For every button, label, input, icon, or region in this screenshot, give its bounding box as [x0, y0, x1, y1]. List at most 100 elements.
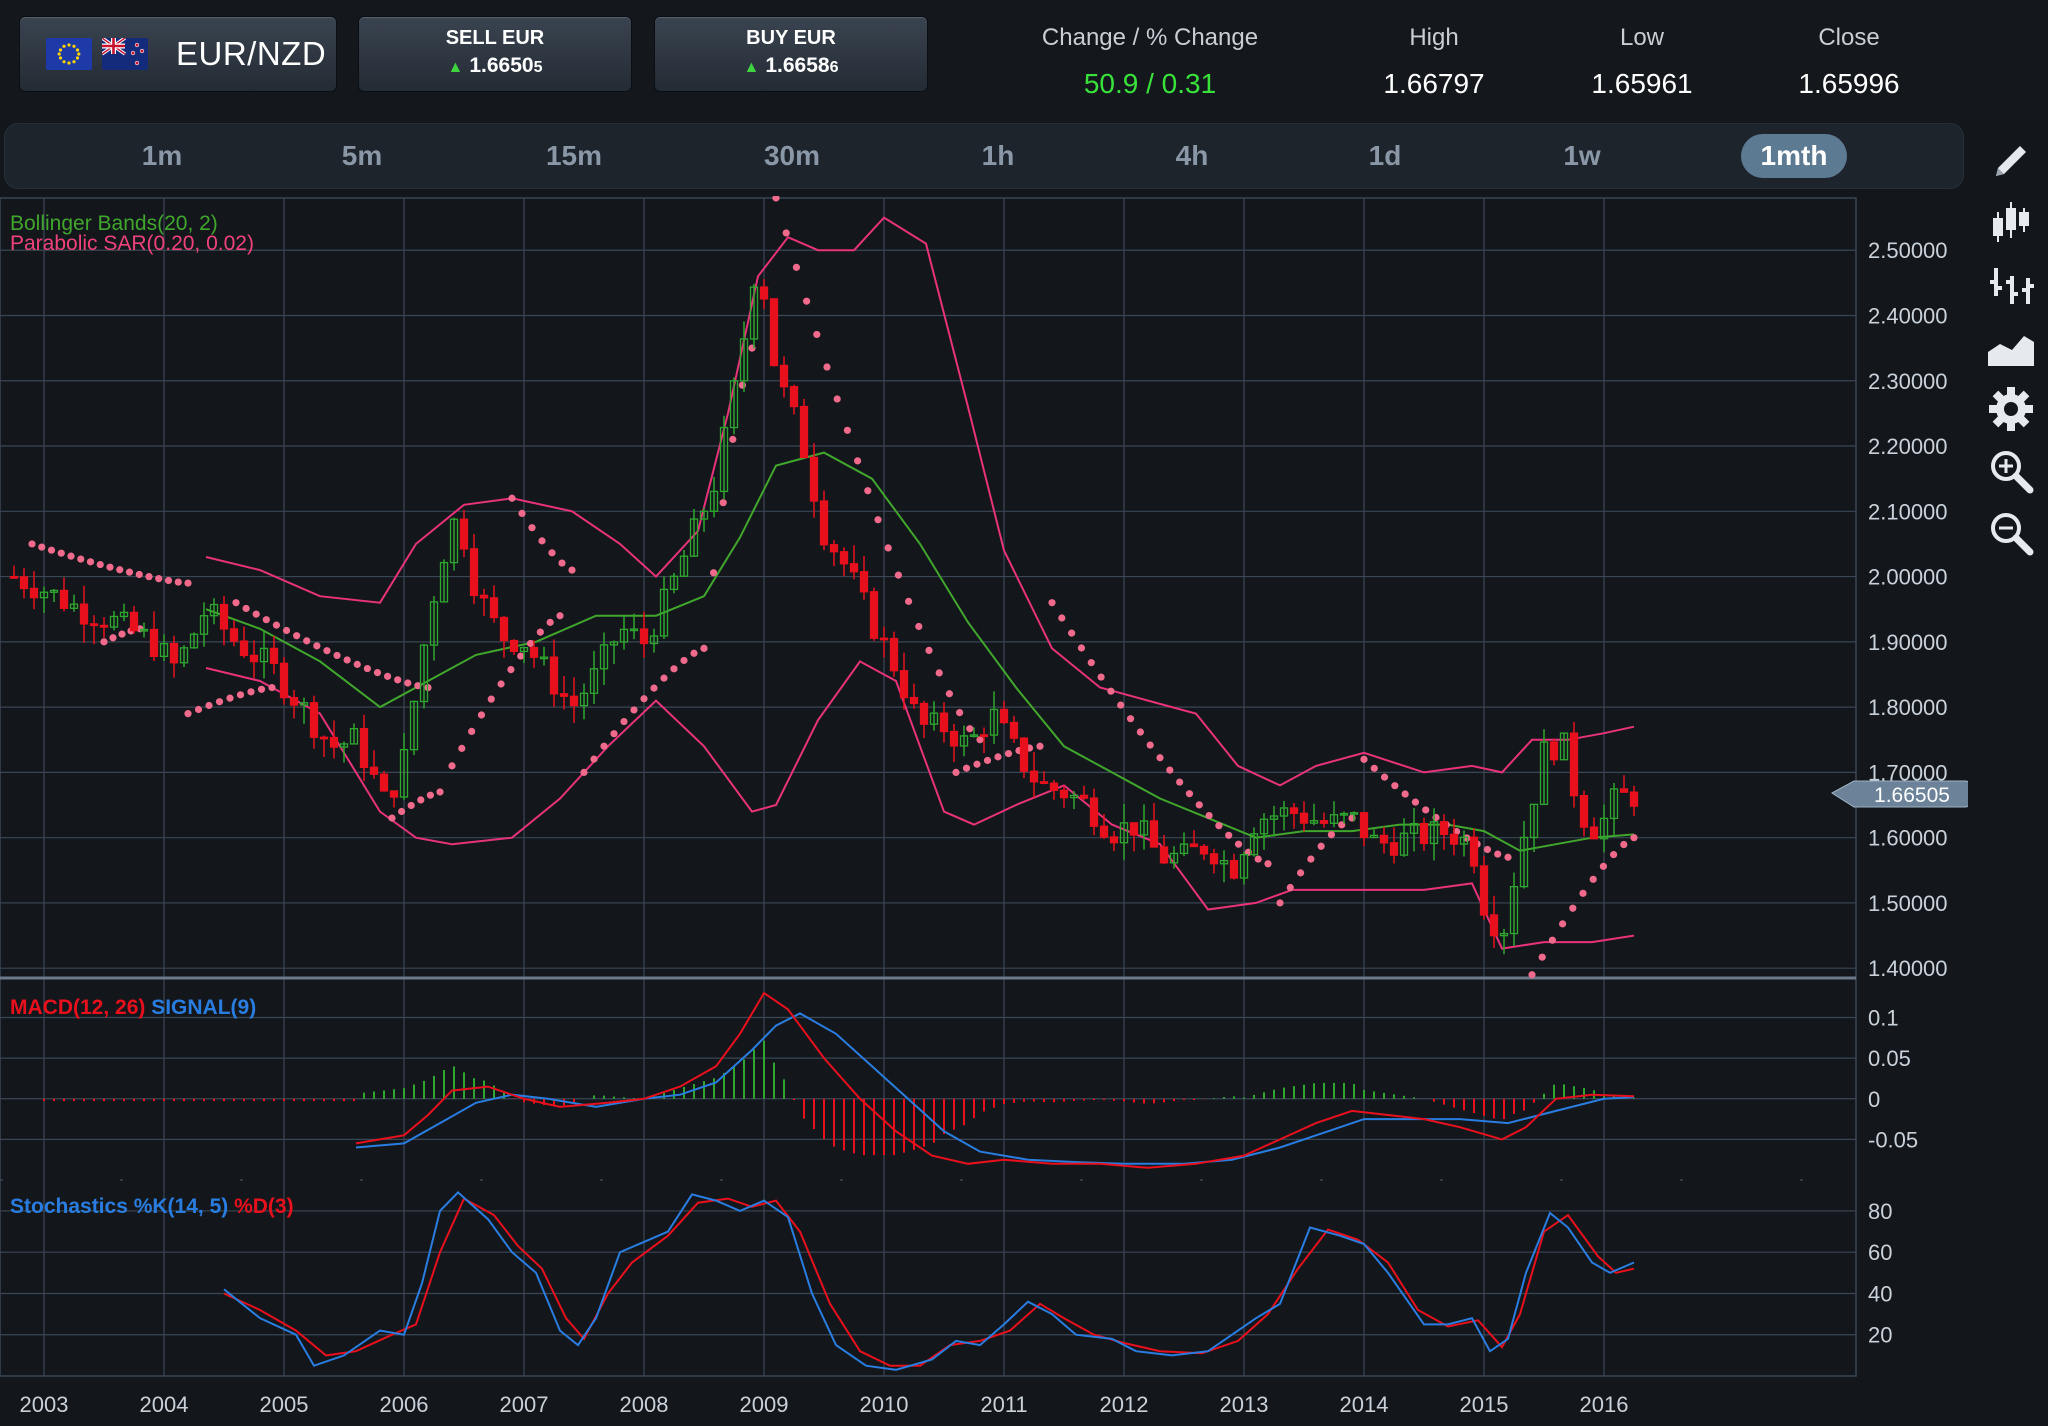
candle-body	[979, 734, 989, 738]
sar-dot	[792, 263, 801, 271]
area-chart-icon[interactable]	[1986, 322, 2036, 372]
high-stat: High 1.66797	[1374, 24, 1494, 100]
timeframe-1w[interactable]: 1w	[1527, 134, 1637, 178]
candle-body	[889, 637, 899, 672]
y-tick-label: 1.40000	[1868, 956, 1948, 981]
d-series-label[interactable]: %D(3)	[234, 1195, 294, 1218]
sar-dot	[1307, 855, 1315, 863]
sar-dot	[568, 566, 576, 574]
sar-dot	[935, 669, 943, 677]
candle-body	[839, 551, 849, 565]
sell-button[interactable]: SELL EUR ▲ 1.66505	[358, 16, 632, 92]
sar-dot	[477, 711, 486, 719]
buy-button[interactable]: BUY EUR ▲ 1.66586	[654, 16, 928, 92]
sar-dot	[1058, 614, 1066, 622]
change-value: 50.9 / 0.31	[1083, 68, 1217, 99]
sar-dot	[962, 764, 971, 772]
y-tick-label: 1.60000	[1868, 826, 1948, 851]
zoom-in-icon[interactable]	[1986, 446, 2036, 496]
candle-body	[829, 544, 839, 553]
sar-dot	[1494, 850, 1502, 858]
x-tick-label: 2003	[20, 1392, 69, 1417]
sar-dot	[1195, 801, 1203, 809]
sar-dot	[282, 626, 291, 635]
candle-body	[79, 603, 89, 625]
sar-dot	[242, 604, 250, 613]
sar-dot	[1401, 790, 1409, 798]
candle-body	[129, 611, 139, 632]
timeframe-4h[interactable]: 4h	[1137, 134, 1247, 178]
timeframe-1m[interactable]: 1m	[107, 134, 217, 178]
sar-dot	[538, 537, 546, 545]
sar-dot	[458, 744, 466, 752]
sar-dot	[215, 698, 224, 706]
sar-dot	[994, 753, 1002, 761]
sar-dot	[1107, 687, 1115, 695]
sar-dot	[1391, 782, 1399, 790]
signal-series-label[interactable]: SIGNAL(9)	[151, 996, 256, 1019]
sar-dot	[976, 736, 984, 744]
timeframe-1h[interactable]: 1h	[943, 134, 1053, 178]
sar-dot	[272, 621, 281, 629]
macd-series-label[interactable]: MACD(12, 26)	[10, 996, 145, 1019]
pencil-icon[interactable]	[1986, 136, 2036, 186]
gear-icon[interactable]	[1986, 384, 2036, 434]
sar-dot	[1254, 855, 1262, 863]
timeframe-1d[interactable]: 1d	[1330, 134, 1440, 178]
currency-pair-label: EUR/NZD	[176, 35, 327, 72]
sar-dot	[398, 807, 406, 816]
x-tick-label: 2015	[1460, 1392, 1509, 1417]
sar-dot	[600, 742, 608, 750]
sar-dot	[630, 706, 638, 714]
sar-dot	[915, 622, 923, 631]
sar-dot	[1286, 883, 1294, 892]
y-tick-label: 2.50000	[1868, 238, 1948, 263]
candle-body	[1479, 865, 1489, 916]
price-chart[interactable]: 2.50000 2.40000 2.30000 2.20000 2.10000 2.000…	[0, 196, 1968, 1426]
candle-body	[249, 654, 259, 663]
sar-dot	[426, 791, 434, 799]
low-stat: Low 1.65961	[1582, 24, 1702, 100]
x-tick-label: 2007	[500, 1392, 549, 1417]
sar-dot	[1630, 834, 1638, 842]
y-tick-label: 40	[1868, 1281, 1892, 1306]
candle-body	[169, 642, 179, 664]
sar-dot	[205, 701, 213, 710]
sar-dot	[125, 568, 134, 576]
x-tick-label: 2008	[620, 1392, 669, 1417]
sar-dot	[468, 727, 476, 735]
zoom-out-icon[interactable]	[1986, 508, 2036, 558]
sar-dot	[47, 546, 56, 554]
timeframe-5m[interactable]: 5m	[307, 134, 417, 178]
sar-dot	[973, 760, 981, 768]
timeframe-1mth[interactable]: 1mth	[1741, 134, 1847, 178]
sar-dot	[690, 649, 698, 657]
sar-dot	[526, 639, 535, 648]
timeframe-30m[interactable]: 30m	[737, 134, 847, 178]
candlestick-icon[interactable]	[1986, 198, 2036, 248]
y-tick-label: 2.30000	[1868, 369, 1948, 394]
candle-body	[1439, 821, 1449, 836]
sar-dot	[226, 694, 234, 702]
candle-body	[559, 693, 569, 697]
up-arrow-icon: ▲	[447, 59, 464, 76]
sar-legend[interactable]: Parabolic SAR(0.20, 0.02)	[10, 232, 254, 255]
candle-body	[1089, 797, 1099, 827]
sar-dot	[96, 560, 104, 569]
candle-body	[949, 730, 959, 747]
candle-body	[899, 670, 909, 699]
k-series-label[interactable]: Stochastics %K(14, 5)	[10, 1195, 228, 1218]
currency-pair-selector[interactable]: EUR/NZD	[19, 16, 337, 92]
x-tick-label: 2006	[380, 1392, 429, 1417]
sar-dot	[1048, 599, 1056, 607]
candle-body	[509, 639, 519, 653]
sar-dot	[497, 680, 505, 688]
candle-body	[379, 773, 389, 792]
ohlc-icon[interactable]	[1986, 260, 2036, 310]
sar-dot	[966, 725, 974, 733]
timeframe-15m[interactable]: 15m	[519, 134, 629, 178]
sar-dot	[536, 628, 544, 636]
sar-dot	[118, 630, 126, 638]
candle-body	[1579, 795, 1589, 828]
timeframe-bar: 1m 5m 15m 30m 1h 4h 1d 1w 1mth	[4, 123, 1964, 189]
